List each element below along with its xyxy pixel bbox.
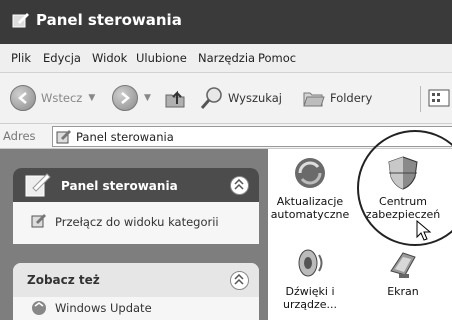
back-label: Wstecz [41,91,83,105]
menu-item-edit[interactable]: Edycja [43,51,81,65]
speaker-icon [292,245,328,281]
control-panel-section-header[interactable]: Panel sterowania [13,168,259,202]
sounds-and-devices-item[interactable]: Dźwięki i urządze... [268,245,352,311]
address-label: Adres [3,129,36,143]
menu-item-help[interactable]: Pomoc [258,51,296,65]
menu-bar: Plik Edycja Widok Ulubione Narzędzia Pom… [0,44,452,73]
display-item[interactable]: Ekran [366,245,440,298]
display-label-line1: Ekran [387,285,419,298]
back-arrow-icon [10,85,36,111]
toolbar: Wstecz ▼ ▼ Wyszukaj Foldery [0,73,452,124]
dropdown-arrow-icon[interactable]: ▼ [88,93,95,103]
see-also-section-title: Zobacz też [27,273,100,287]
control-panel-icon [56,129,71,143]
forward-arrow-icon [112,85,138,111]
control-panel-section-title: Panel sterowania [61,179,178,193]
automatic-updates-label-line1: Aktualizacje [276,195,344,208]
sounds-and-devices-label-line1: Dźwięki i [285,285,335,298]
search-icon [200,87,222,109]
see-also-section: Zobacz też Windows Update [13,263,259,320]
collapse-icon[interactable] [230,176,249,195]
menu-item-tools[interactable]: Narzędzia [198,51,255,65]
control-panel-section-body: Przełącz do widoku kategorii [13,202,259,244]
folders-button[interactable]: Foldery [302,85,372,111]
windows-update-icon [32,301,46,315]
up-folder-button[interactable] [164,85,186,111]
title-bar: Panel sterowania [0,0,452,44]
menu-item-favorites[interactable]: Ulubione [136,51,187,65]
windows-update-link[interactable]: Windows Update [55,301,152,315]
automatic-updates-icon [292,155,328,191]
folders-icon [303,92,325,107]
back-button[interactable]: Wstecz ▼ [10,85,95,111]
see-also-section-header[interactable]: Zobacz też [13,263,259,297]
control-panel-icon [25,173,51,197]
search-label: Wyszukaj [228,91,282,105]
views-button[interactable] [428,85,450,111]
search-button[interactable]: Wyszukaj [200,85,282,111]
automatic-updates-label-line2: automatyczne [270,208,350,221]
display-icon [385,245,421,281]
menu-item-file[interactable]: Plik [11,51,31,65]
switch-to-category-view-link[interactable]: Przełącz do widoku kategorii [55,215,219,229]
window-title: Panel sterowania [36,11,182,29]
automatic-updates-item[interactable]: Aktualizacje automatyczne [268,155,352,221]
up-folder-icon [165,90,185,108]
control-panel-section: Panel sterowania Przełącz do widoku kate… [13,168,259,244]
address-value: Panel sterowania [76,129,174,144]
views-icon [428,89,450,107]
toolbar-separator [420,86,421,112]
dropdown-arrow-icon[interactable]: ▼ [144,93,151,103]
switch-view-icon [31,214,46,228]
sounds-and-devices-label-line2: urządze... [282,298,338,311]
forward-button[interactable]: ▼ [112,85,151,111]
folders-label: Foldery [330,91,373,105]
control-panel-icon [12,13,29,28]
see-also-section-body: Windows Update [13,297,259,320]
collapse-icon[interactable] [230,271,249,290]
menu-item-view[interactable]: Widok [92,51,127,65]
task-pane: Panel sterowania Przełącz do widoku kate… [0,149,268,320]
